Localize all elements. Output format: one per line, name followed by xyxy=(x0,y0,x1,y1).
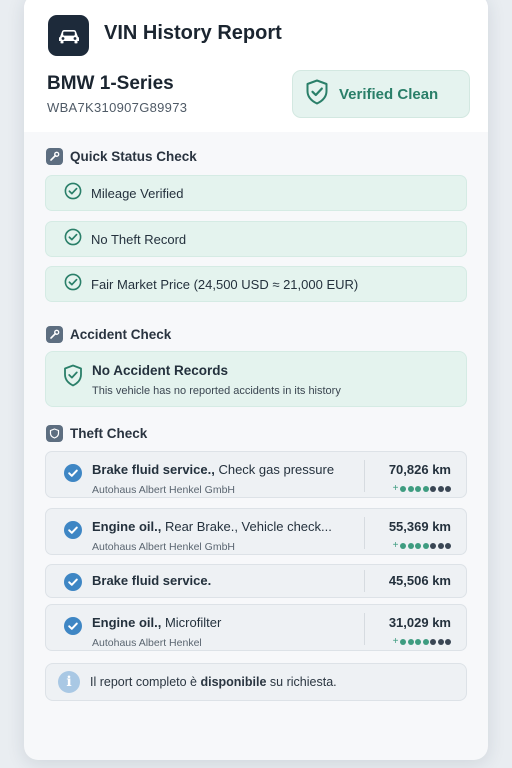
check-circle-icon xyxy=(64,228,82,251)
status-item-label: Mileage Verified xyxy=(91,185,184,201)
vin-number: WBA7K310907G89973 xyxy=(47,100,188,115)
theft-check-title: Theft Check xyxy=(46,425,147,442)
status-item: Mileage Verified xyxy=(45,175,467,211)
car-icon xyxy=(48,15,89,56)
check-circle-icon xyxy=(64,521,82,544)
shield-icon xyxy=(46,425,63,442)
service-shop: Autohaus Albert Henkel GmbH xyxy=(92,484,235,496)
divider xyxy=(364,570,365,592)
mileage-trend-dots: + xyxy=(393,636,451,647)
verified-badge: Verified Clean xyxy=(292,70,470,118)
verified-badge-label: Verified Clean xyxy=(339,85,439,103)
status-item: Fair Market Price (24,500 USD ≈ 21,000 E… xyxy=(45,266,467,302)
mileage-trend-dots: + xyxy=(393,483,451,494)
wrench-icon xyxy=(46,148,63,165)
theft-check-label: Theft Check xyxy=(70,426,148,441)
status-item: No Theft Record xyxy=(45,221,467,257)
service-record[interactable]: Engine oil., Microfilter Autohaus Albert… xyxy=(45,604,467,651)
vehicle-model: BMW 1-Series xyxy=(47,73,174,94)
mileage-value: 31,029 km xyxy=(388,615,451,630)
accident-check-title: Accident Check xyxy=(46,326,171,343)
quick-status-title: Quick Status Check xyxy=(46,148,197,165)
accident-description: This vehicle has no reported accidents i… xyxy=(92,385,341,397)
check-circle-icon xyxy=(64,573,82,596)
shield-check-icon xyxy=(63,364,83,392)
check-circle-icon xyxy=(64,182,82,205)
service-record[interactable]: Brake fluid service., Check gas pressure… xyxy=(45,451,467,498)
page-title: VIN History Report xyxy=(104,22,282,44)
check-circle-icon xyxy=(64,617,82,640)
check-circle-icon xyxy=(64,464,82,487)
quick-status-label: Quick Status Check xyxy=(70,149,197,164)
mileage-value: 70,826 km xyxy=(388,462,451,477)
accident-status-card: No Accident Records This vehicle has no … xyxy=(45,351,467,407)
divider xyxy=(364,613,365,645)
mileage-value: 55,369 km xyxy=(388,519,451,534)
wrench-icon xyxy=(46,326,63,343)
service-record[interactable]: Brake fluid service. 45,506 km xyxy=(45,564,467,598)
report-card: VIN History Report BMW 1-Series WBA7K310… xyxy=(24,0,488,760)
service-shop: Autohaus Albert Henkel xyxy=(92,637,202,649)
status-item-label: No Theft Record xyxy=(91,231,187,247)
info-icon: i xyxy=(58,671,80,693)
status-item-label: Fair Market Price (24,500 USD ≈ 21,000 E… xyxy=(91,276,359,292)
service-description: Brake fluid service. xyxy=(92,573,212,588)
info-banner: i Il report completo è disponibile su ri… xyxy=(45,663,467,701)
accident-heading: No Accident Records xyxy=(92,363,229,378)
mileage-trend-dots: + xyxy=(393,540,451,551)
divider xyxy=(364,517,365,549)
service-description: Brake fluid service., Check gas pressure xyxy=(92,462,335,477)
info-text: Il report completo è disponibile su rich… xyxy=(90,675,337,689)
shield-check-icon xyxy=(305,79,329,110)
service-record[interactable]: Engine oil., Rear Brake., Vehicle check.… xyxy=(45,508,467,555)
service-shop: Autohaus Albert Henkel GmbH xyxy=(92,541,235,553)
service-description: Engine oil., Rear Brake., Vehicle check.… xyxy=(92,519,332,534)
divider xyxy=(364,460,365,492)
service-description: Engine oil., Microfilter xyxy=(92,615,222,630)
accident-check-label: Accident Check xyxy=(70,327,172,342)
mileage-value: 45,506 km xyxy=(388,573,451,588)
report-header: VIN History Report BMW 1-Series WBA7K310… xyxy=(24,0,488,132)
check-circle-icon xyxy=(64,273,82,296)
